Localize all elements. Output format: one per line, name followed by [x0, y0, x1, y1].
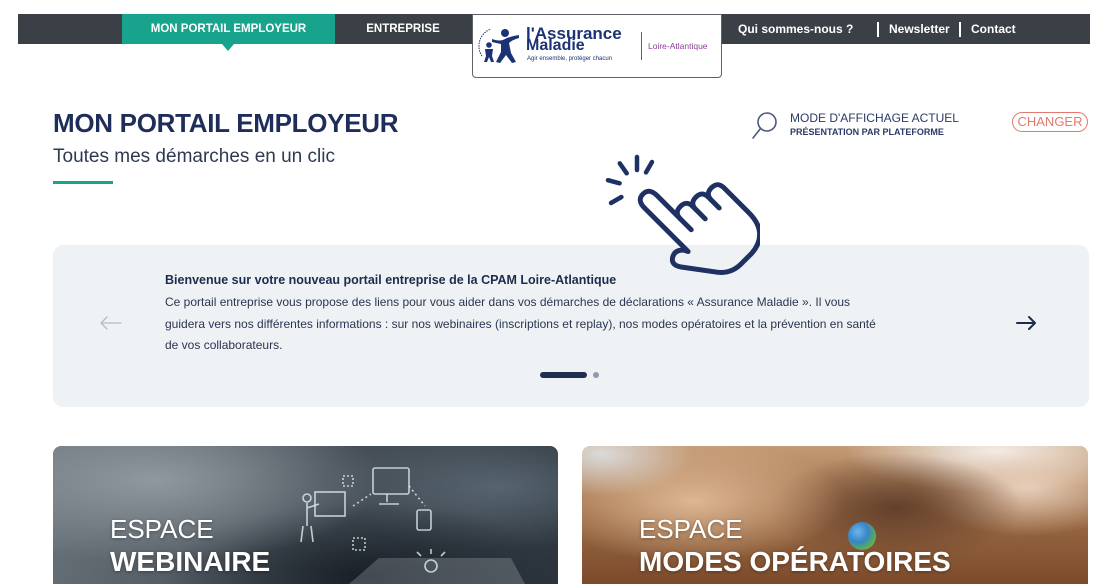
assurance-maladie-emblem-icon [478, 28, 519, 63]
arrow-right-icon [1016, 316, 1036, 330]
page-subtitle: Toutes mes démarches en un clic [53, 146, 335, 167]
carousel-pagination [540, 372, 599, 378]
nav-link-contact[interactable]: Contact [971, 14, 1016, 44]
tab-mon-portail-employeur[interactable]: MON PORTAIL EMPLOYEUR [122, 14, 335, 44]
logo-text-line2: Maladie [526, 37, 585, 54]
click-rays [605, 154, 655, 206]
carousel-body-line: Ce portail entreprise vous propose des l… [165, 295, 851, 309]
search-icon [752, 112, 777, 139]
carousel-dot-1[interactable] [540, 372, 587, 378]
carousel-slide-body: Ce portail entreprise vous propose des l… [165, 292, 876, 357]
card-espace-webinaire[interactable]: ESPACE WEBINAIRE [53, 446, 558, 584]
page-title: MON PORTAIL EMPLOYEUR [53, 108, 399, 138]
welcome-carousel: Bienvenue sur votre nouveau portail entr… [53, 245, 1089, 407]
logo-region: Loire-Atlantique [648, 41, 708, 51]
display-mode-value: PRÉSENTATION PAR PLATEFORME [790, 127, 944, 137]
change-display-mode-button[interactable]: CHANGER [1012, 112, 1088, 132]
nav-link-qui-sommes-nous[interactable]: Qui sommes-nous ? [738, 14, 853, 44]
card-kicker: ESPACE [110, 514, 214, 544]
nav-separator [877, 22, 879, 37]
carousel-body-line: de vos collaborateurs. [165, 338, 283, 352]
tab-entreprise[interactable]: ENTREPRISE [350, 14, 456, 44]
arrow-left-icon [100, 316, 122, 330]
nav-link-newsletter[interactable]: Newsletter [889, 14, 950, 44]
active-tab-indicator [222, 44, 234, 51]
page-title-regular: MON PORTAIL [53, 108, 230, 138]
logo-tagline: Agir ensemble, protéger chacun [527, 56, 613, 62]
carousel-dot-2[interactable] [593, 372, 599, 378]
logo-divider [641, 32, 642, 60]
title-underline [53, 181, 113, 184]
card-espace-modes-operatoires[interactable]: ESPACE MODES OPÉRATOIRES [582, 446, 1088, 584]
card-title: MODES OPÉRATOIRES [639, 546, 951, 577]
card-title: WEBINAIRE [110, 546, 271, 577]
carousel-slide-title: Bienvenue sur votre nouveau portail entr… [165, 273, 617, 287]
carousel-prev-button[interactable] [97, 313, 125, 333]
page-title-bold: EMPLOYEUR [236, 108, 399, 138]
carousel-body-line: guidera vers nos différentes information… [165, 316, 876, 331]
nav-separator [959, 22, 961, 37]
display-mode-label: MODE D'AFFICHAGE ACTUEL [790, 111, 959, 125]
card-kicker: ESPACE [639, 514, 743, 544]
assurance-maladie-logo[interactable]: l'Assurance Maladie Agir ensemble, proté… [472, 14, 722, 78]
carousel-next-button[interactable] [1013, 313, 1041, 333]
